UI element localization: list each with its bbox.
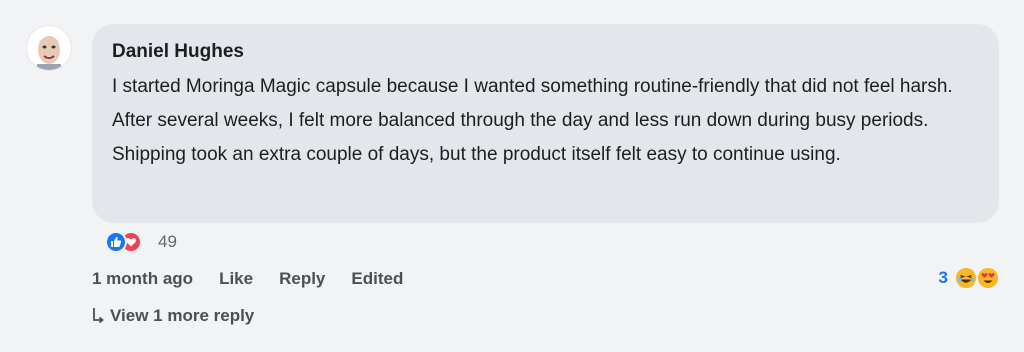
comment-text: I started Moringa Magic capsule because … xyxy=(112,76,953,165)
comment-timestamp[interactable]: 1 month ago xyxy=(92,269,193,289)
heart-eyes-emoji-icon xyxy=(978,268,998,288)
avatar-image xyxy=(27,26,71,70)
comment-bubble: Daniel Hughes I started Moringa Magic ca… xyxy=(92,24,999,223)
reaction-summary[interactable]: 49 xyxy=(105,230,177,254)
avatar[interactable] xyxy=(26,25,72,71)
comment-author[interactable]: Daniel Hughes xyxy=(112,40,979,64)
like-icon xyxy=(105,231,127,253)
comment-actions: 1 month ago Like Reply Edited xyxy=(92,267,429,291)
edited-label[interactable]: Edited xyxy=(351,269,403,289)
reply-reaction-summary[interactable]: 3 xyxy=(939,266,998,290)
view-more-replies[interactable]: View 1 more reply xyxy=(92,304,254,328)
reaction-count: 49 xyxy=(158,232,177,251)
view-more-replies-label: View 1 more reply xyxy=(110,306,255,325)
laughing-emoji-icon xyxy=(956,268,976,288)
like-button[interactable]: Like xyxy=(219,269,253,289)
reply-button[interactable]: Reply xyxy=(279,269,325,289)
reply-arrow-icon xyxy=(93,308,104,324)
reply-reaction-count: 3 xyxy=(938,268,948,287)
